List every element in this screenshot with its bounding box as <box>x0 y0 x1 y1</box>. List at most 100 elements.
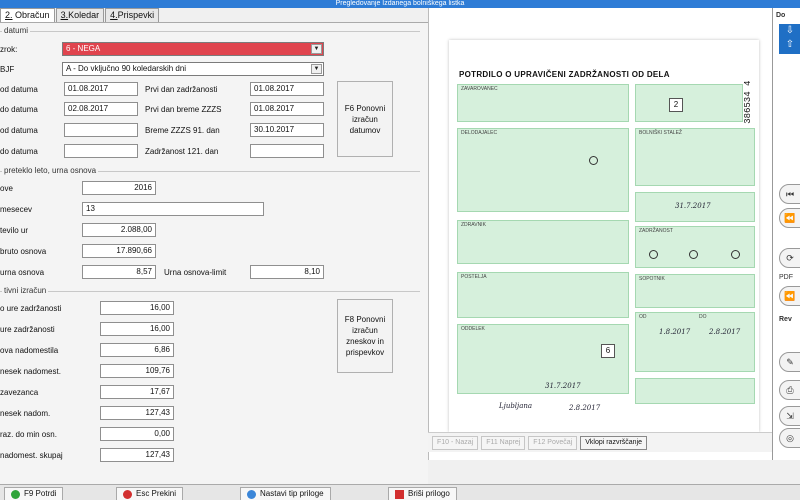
handwritten-sign-date: 2.8.2017 <box>569 404 601 412</box>
form-section <box>635 84 743 122</box>
do-datuma-field[interactable]: 02.08.2017 <box>64 102 138 116</box>
tab-number: 4. <box>110 10 118 20</box>
izracun-row-label: ova nadomestila <box>0 346 59 355</box>
form-field-label: ZADRŽANOST <box>639 228 673 234</box>
cancel-icon <box>123 489 132 499</box>
document-title: POTRDILO O UPRAVIČENI ZADRŽANOSTI OD DEL… <box>459 70 670 79</box>
do-datuma-label: do datuma <box>0 105 38 114</box>
izracun-row-label: ure zadržanosti <box>0 325 55 334</box>
do-datuma2-field[interactable] <box>64 144 138 158</box>
izracun-row-field[interactable]: 127,43 <box>100 448 174 462</box>
vzrok-label: zrok: <box>0 45 18 54</box>
delete-attachment-button[interactable]: Briši prilogo <box>388 487 457 500</box>
izracun-row-label: zavezanca <box>0 388 39 397</box>
sort-toggle-button[interactable]: Vklopi razvrščanje <box>580 435 648 450</box>
circle-mark <box>731 250 740 259</box>
form-field-label: BOLNIŠKI STALEŽ <box>639 130 682 136</box>
form-box: 6 <box>601 344 615 358</box>
form-section <box>635 312 755 372</box>
izracun-row-field[interactable]: 16,00 <box>100 301 174 315</box>
izracun-row-field[interactable]: 127,43 <box>100 406 174 420</box>
rewind-icon[interactable]: ⏪ <box>779 208 800 228</box>
scanned-document: POTRDILO O UPRAVIČENI ZADRŽANOSTI OD DEL… <box>449 40 759 432</box>
tab-strip: 2. Obračun 3.Koledar 4.Prispevki <box>0 8 160 23</box>
izracun-row-label: o ure zadržanosti <box>0 304 62 313</box>
breme-91-field[interactable]: 30.10.2017 <box>250 123 324 137</box>
form-section <box>635 128 755 186</box>
print-icon[interactable]: ⎙ <box>779 380 800 400</box>
zadrzanost-121-label: Zadržanost 121. dan <box>145 147 219 156</box>
od-datuma2-label: od datuma <box>0 126 38 135</box>
bruto-field[interactable]: 17.890,66 <box>82 244 156 258</box>
next-page-button[interactable]: F11 Naprej <box>481 435 526 450</box>
stevilo-ur-label: tevilo ur <box>0 226 29 235</box>
form-field-label: ODDELEK <box>461 326 485 332</box>
delete-attachment-label: Briši prilogo <box>408 489 450 498</box>
izracun-row-label: nesek nadom. <box>0 409 51 418</box>
back-icon[interactable]: ⏪ <box>779 286 800 306</box>
settings-icon[interactable]: ◎ <box>779 428 800 448</box>
pdf-label: PDF <box>779 274 793 281</box>
izracun-row-field[interactable]: 16,00 <box>100 322 174 336</box>
zoom-button[interactable]: F12 Povečaj <box>528 435 578 450</box>
form-field-label: DELODAJALEC <box>461 130 498 136</box>
recalc-amounts-button[interactable]: F8 Ponovni izračun zneskov in prispevkov <box>337 299 393 373</box>
first-page-icon[interactable]: ⏮ <box>779 184 800 204</box>
recalc-dates-button[interactable]: F6 Ponovni izračun datumov <box>337 81 393 157</box>
vzrok-value: 6 - NEGA <box>66 44 101 53</box>
group-title: datumi <box>2 26 31 35</box>
form-field-label: DO <box>699 314 707 320</box>
prvi-dan-zadrzanosti-label: Prvi dan zadržanosti <box>145 85 218 94</box>
meseci-field[interactable]: 13 <box>82 202 264 216</box>
confirm-button[interactable]: F9 Potrdi <box>4 487 64 500</box>
prev-page-button[interactable]: F10 - Nazaj <box>432 435 479 450</box>
od-datuma2-field[interactable] <box>64 123 138 137</box>
chevron-down-icon: ▼ <box>311 64 322 74</box>
osnova-group: preteklo leto, urna osnova <box>0 166 420 281</box>
prvi-dan-zadrzanosti-field[interactable]: 01.08.2017 <box>250 82 324 96</box>
handwritten-date-to: 2.8.2017 <box>709 328 741 336</box>
cancel-button[interactable]: Esc Prekini <box>116 487 184 500</box>
stevilo-ur-field[interactable]: 2.088,00 <box>82 223 156 237</box>
group-title: tivni izračun <box>2 286 49 295</box>
vzrok-select[interactable]: 6 - NEGA ▼ <box>62 42 324 56</box>
circle-mark <box>649 250 658 259</box>
prvi-dan-breme-field[interactable]: 01.08.2017 <box>250 102 324 116</box>
urna-field[interactable]: 8,57 <box>82 265 156 279</box>
document-thumbnail[interactable]: ⇩ ⇧ <box>779 24 800 54</box>
handwritten-date-from: 1.8.2017 <box>659 328 691 336</box>
circle-mark <box>689 250 698 259</box>
zadrzanost-121-field[interactable] <box>250 144 324 158</box>
set-attachment-type-button[interactable]: Nastavi tip priloge <box>240 487 331 500</box>
export-icon[interactable]: ⇲ <box>779 406 800 426</box>
urna-limit-label: Urna osnova-limit <box>164 268 227 277</box>
urna-limit-field[interactable]: 8,10 <box>250 265 324 279</box>
edit-icon[interactable]: ✎ <box>779 352 800 372</box>
bjf-select[interactable]: A - Do vključno 90 koledarskih dni ▼ <box>62 62 324 76</box>
rotate-icon[interactable]: ⟳ <box>779 248 800 268</box>
confirm-label: F9 Potrdi <box>24 489 57 498</box>
tab-prispevki[interactable]: 4.Prispevki <box>105 8 160 22</box>
breme-91-label: Breme ZZZS 91. dan <box>145 126 220 135</box>
form-field-label: OD <box>639 314 647 320</box>
delete-icon <box>395 489 404 499</box>
form-field-label: SOPOTNIK <box>639 276 665 282</box>
izracun-row-field[interactable]: 109,76 <box>100 364 174 378</box>
izracun-row-label: nadomest. skupaj <box>0 451 63 460</box>
izracun-row-field[interactable]: 6,86 <box>100 343 174 357</box>
do-datuma2-label: do datuma <box>0 147 38 156</box>
form-panel: datumi zrok: 6 - NEGA ▼ BJF A - Do vklju… <box>0 22 428 484</box>
izracun-row-field[interactable]: 17,67 <box>100 385 174 399</box>
form-field-label: ZDRAVNIK <box>461 222 486 228</box>
izracun-row-label: raz. do min osn. <box>0 430 57 439</box>
tab-obracun[interactable]: 2. Obračun <box>0 8 55 23</box>
tab-koledar[interactable]: 3.Koledar <box>55 8 105 22</box>
leto-field[interactable]: 2016 <box>82 181 156 195</box>
od-datuma-field[interactable]: 01.08.2017 <box>64 82 138 96</box>
izracun-row-field[interactable]: 0,00 <box>100 427 174 441</box>
cancel-label: Esc Prekini <box>136 489 177 498</box>
rev-label: Rev <box>779 316 792 323</box>
globe-icon <box>247 489 256 499</box>
tab-number: 3. <box>60 10 69 20</box>
handwritten-date: 31.7.2017 <box>675 202 711 210</box>
